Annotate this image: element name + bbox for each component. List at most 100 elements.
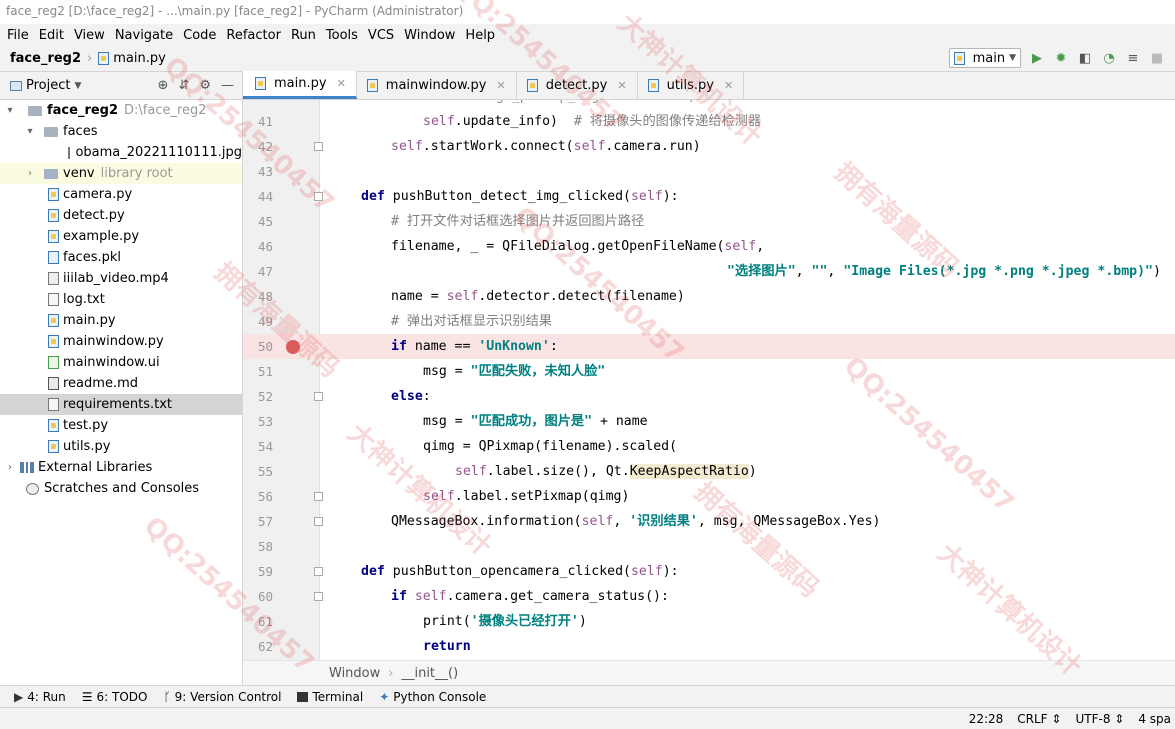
fold-icon[interactable] [314,492,323,501]
chevron-down-icon[interactable]: ▾ [24,126,36,137]
code-line[interactable]: 49 # 弹出对话框显示识别结果 [243,309,1175,334]
tab-main-py[interactable]: main.py ✕ [243,71,357,99]
tree-item-test-py[interactable]: test.py [0,415,242,436]
code-line[interactable]: 54 qimg = QPixmap(filename).scaled( [243,434,1175,459]
tree-item-log-txt[interactable]: log.txt [0,289,242,310]
code-line[interactable]: 55 self.label.size(), Qt.KeepAspectRatio) [243,459,1175,484]
menu-vcs[interactable]: VCS [363,28,399,43]
close-icon[interactable]: ✕ [496,79,505,92]
code-line[interactable]: 44 def pushButton_detect_img_clicked(self… [243,184,1175,209]
menu-edit[interactable]: Edit [34,28,69,43]
collapse-all-icon[interactable]: ⇵ [178,78,189,93]
locate-icon[interactable]: ⊕ [158,78,169,93]
tree-item-requirements-txt[interactable]: requirements.txt [0,394,242,415]
tree-item-utils-py[interactable]: utils.py [0,436,242,457]
code-line[interactable]: 45 # 打开文件对话框选择图片并返回图片路径 [243,209,1175,234]
close-icon[interactable]: ✕ [617,79,626,92]
breakpoint-icon[interactable] [286,340,300,354]
code-line[interactable]: 57 QMessageBox.information(self, '识别结果', … [243,509,1175,534]
tree-item-camera-py[interactable]: camera.py [0,184,242,205]
caret-position[interactable]: 22:28 [969,712,1004,726]
tab-mainwindow-py[interactable]: mainwindow.py ✕ [357,71,517,99]
run-tool-button[interactable]: ▶ 4: Run [14,690,66,704]
tree-item-venv[interactable]: › venv library root [0,163,242,184]
code-line[interactable]: 41 self.update_info) # 将摄像头的图像传递给检测器 [243,109,1175,134]
menu-window[interactable]: Window [399,28,460,43]
tree-item-video-mp4[interactable]: iiilab_video.mp4 [0,268,242,289]
todo-tool-button[interactable]: ☰ 6: TODO [82,690,148,704]
gear-icon[interactable]: ⚙ [199,78,211,93]
file-encoding[interactable]: UTF-8 ⇕ [1075,712,1124,726]
tree-item-faces[interactable]: ▾ faces [0,121,242,142]
tab-utils-py[interactable]: utils.py ✕ [638,71,745,99]
hide-icon[interactable]: — [221,78,234,93]
chevron-right-icon[interactable]: › [24,168,36,179]
tree-item-scratches[interactable]: Scratches and Consoles [0,478,242,499]
tree-item-example-py[interactable]: example.py [0,226,242,247]
run-config-select[interactable]: main ▼ [948,48,1021,68]
code-line-breakpoint[interactable]: 50 if name == 'UnKnown': [243,334,1175,359]
chevron-down-icon[interactable]: ▾ [4,105,16,116]
profile-icon[interactable]: ◔ [1101,50,1117,66]
code-line[interactable]: 61 print('摄像头已经打开') [243,609,1175,634]
fold-icon[interactable] [314,192,323,201]
tree-item-external-libraries[interactable]: › External Libraries [0,457,242,478]
code-editor[interactable]: self.camera.change_pixmap_signal.connect… [243,100,1175,660]
indent-setting[interactable]: 4 spa [1138,712,1171,726]
coverage-icon[interactable]: ◧ [1077,50,1093,66]
debug-icon[interactable]: ✹ [1053,50,1069,66]
breadcrumb-class[interactable]: Window [329,666,380,681]
code-line[interactable]: 47 "选择图片", "", "Image Files(*.jpg *.png *… [243,259,1175,284]
code-line[interactable]: 56 self.label.setPixmap(qimg) [243,484,1175,509]
menu-run[interactable]: Run [286,28,321,43]
chevron-right-icon[interactable]: › [4,462,16,473]
terminal-tool-button[interactable]: Terminal [297,690,363,704]
run-concurrency-icon[interactable]: ≡ [1125,50,1141,66]
menu-file[interactable]: File [2,28,34,43]
breadcrumb-method[interactable]: __init__() [401,666,458,681]
breadcrumb-project[interactable]: face_reg2 [10,51,81,66]
code-line[interactable]: 58 [243,534,1175,559]
python-console-tool-button[interactable]: ✦ Python Console [379,690,486,704]
breadcrumb-file[interactable]: main.py [113,51,166,66]
tree-item-mainwindow-ui[interactable]: mainwindow.ui [0,352,242,373]
menu-help[interactable]: Help [460,28,500,43]
code-line[interactable]: 51 msg = "匹配失败，未知人脸" [243,359,1175,384]
code-line[interactable]: 52 else: [243,384,1175,409]
code-line[interactable]: 43 [243,159,1175,184]
fold-icon[interactable] [314,392,323,401]
tree-item-readme-md[interactable]: readme.md [0,373,242,394]
menu-view[interactable]: View [69,28,110,43]
fold-icon[interactable] [314,592,323,601]
tree-item-detect-py[interactable]: detect.py [0,205,242,226]
menu-tools[interactable]: Tools [321,28,363,43]
fold-icon[interactable] [314,517,323,526]
close-icon[interactable]: ✕ [724,79,733,92]
line-separator[interactable]: CRLF ⇕ [1017,712,1061,726]
tab-detect-py[interactable]: detect.py ✕ [517,71,638,99]
menu-refactor[interactable]: Refactor [221,28,286,43]
close-icon[interactable]: ✕ [337,77,346,90]
project-view-label[interactable]: Project [26,78,70,93]
chevron-down-icon[interactable]: ▼ [74,81,81,91]
menu-navigate[interactable]: Navigate [110,28,178,43]
fold-icon[interactable] [314,567,323,576]
code-line[interactable]: 60 if self.camera.get_camera_status(): [243,584,1175,609]
tree-item-faces-pkl[interactable]: faces.pkl [0,247,242,268]
code-line[interactable]: 53 msg = "匹配成功，图片是" + name [243,409,1175,434]
tree-item-face-reg2[interactable]: ▾ face_reg2 D:\face_reg2 [0,100,242,121]
code-line[interactable]: 62 return [243,634,1175,659]
code-line[interactable]: 48 name = self.detector.detect(filename) [243,284,1175,309]
menu-code[interactable]: Code [178,28,221,43]
code-line[interactable]: 42 self.startWork.connect(self.camera.run… [243,134,1175,159]
run-icon[interactable]: ▶ [1029,50,1045,66]
tree-item-obama-jpg[interactable]: obama_20221110111.jpg [0,142,242,163]
code-line[interactable]: 46 filename, _ = QFileDialog.getOpenFileN… [243,234,1175,259]
fold-icon[interactable] [314,142,323,151]
stop-icon[interactable]: ■ [1149,50,1165,66]
tree-item-mainwindow-py[interactable]: mainwindow.py [0,331,242,352]
tree-item-main-py[interactable]: main.py [0,310,242,331]
code-line[interactable]: self.camera.change_pixmap_signal.connect… [243,100,1175,109]
code-line[interactable]: 59 def pushButton_opencamera_clicked(self… [243,559,1175,584]
version-control-tool-button[interactable]: ᚴ 9: Version Control [163,690,281,704]
